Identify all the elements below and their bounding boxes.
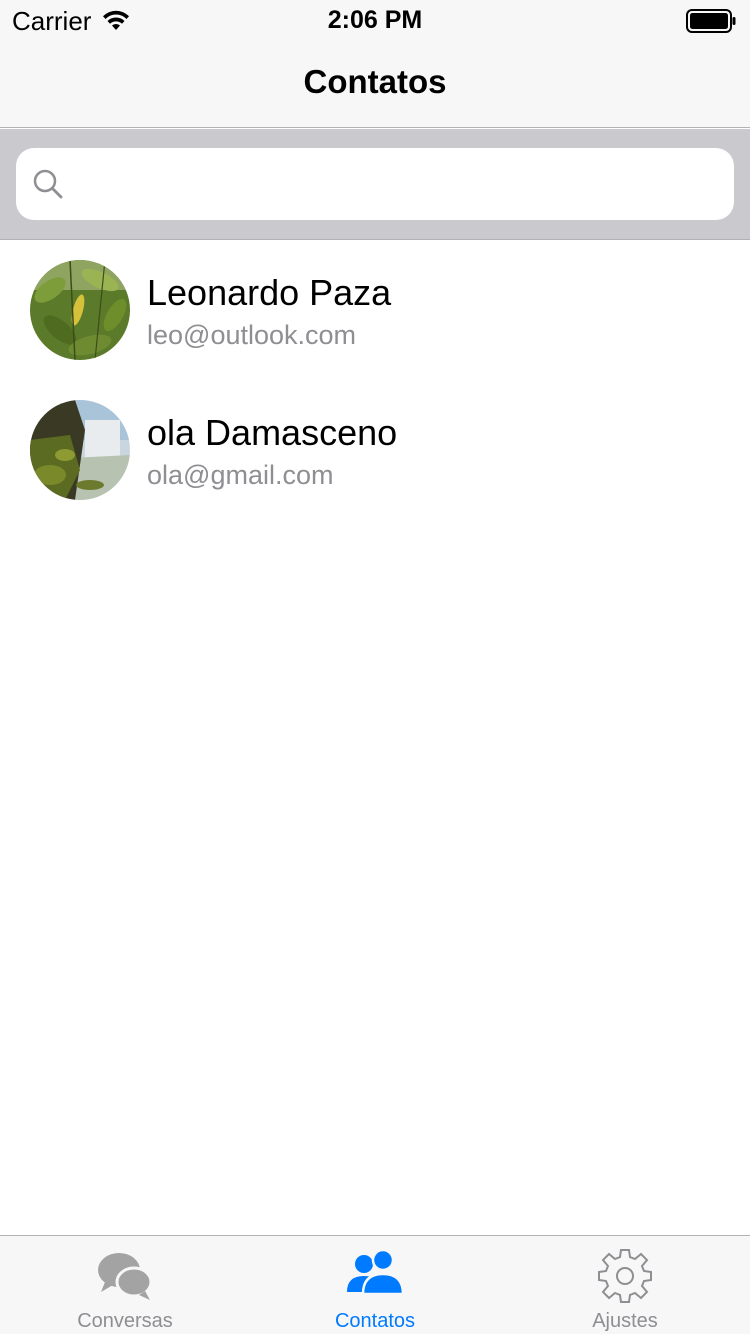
tab-label: Conversas — [77, 1310, 173, 1332]
tab-label: Contatos — [334, 1310, 416, 1332]
avatar — [30, 400, 130, 500]
search-bar — [0, 129, 750, 240]
contact-email: leo@outlook.com — [147, 320, 357, 350]
tab-label: Ajustes — [592, 1310, 658, 1332]
contact-row[interactable]: ola Damasceno ola@gmail.com — [0, 380, 750, 520]
search-field[interactable] — [16, 148, 734, 220]
clock-label: 2:06 PM — [327, 6, 423, 34]
contact-list: Leonardo Paza leo@outlook.com ola Damasc… — [0, 240, 750, 520]
contacts-screen: Carrier 2:06 PM Contatos Leonardo Paza l… — [0, 0, 750, 1334]
contact-name: ola Damasceno — [147, 412, 398, 453]
battery-icon — [686, 9, 736, 33]
contact-email: ola@gmail.com — [147, 460, 334, 490]
navigation-bar: Carrier 2:06 PM Contatos — [0, 0, 750, 128]
gear-icon — [598, 1249, 652, 1303]
tab-conversas[interactable]: Conversas — [0, 1236, 250, 1334]
people-icon — [347, 1248, 405, 1296]
chat-bubbles-icon — [98, 1253, 153, 1300]
avatar — [30, 260, 130, 360]
contact-name: Leonardo Paza — [147, 272, 392, 313]
contact-row[interactable]: Leonardo Paza leo@outlook.com — [0, 240, 750, 380]
search-icon — [33, 169, 63, 199]
tab-bar: Conversas Contatos Ajustes — [0, 1235, 750, 1334]
tab-contatos[interactable]: Contatos — [250, 1236, 500, 1334]
tab-ajustes[interactable]: Ajustes — [500, 1236, 750, 1334]
page-title: Contatos — [303, 63, 447, 100]
search-input[interactable] — [78, 148, 718, 220]
